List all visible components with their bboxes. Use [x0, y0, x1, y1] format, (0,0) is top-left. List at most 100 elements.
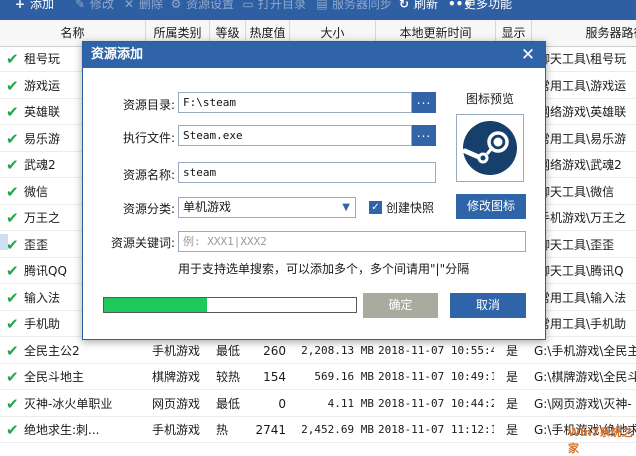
check-icon: ✔: [6, 394, 19, 413]
check-icon: ✔: [6, 129, 19, 148]
cell-name: 灭神-冰火单职业: [24, 396, 113, 411]
cell-path: \聊天工具\微信: [534, 184, 615, 199]
cell-heat: 260: [263, 343, 286, 358]
resource-dir-input[interactable]: F:\steam: [178, 92, 412, 113]
cell-path: \常用工具\输入法: [534, 290, 627, 305]
table-row[interactable]: ✔ 全民斗地主 棋牌游戏 较热 154 569.16 MB 2018-11-07 10:49…: [0, 364, 636, 390]
check-icon: ✔: [6, 76, 19, 95]
resource-settings-button[interactable]: ⚙ 资源设置: [170, 0, 234, 12]
folder-icon: ▭: [242, 0, 254, 11]
cell-name: 全民主公2: [24, 343, 80, 358]
dialog-titlebar: 资源添加 ✕: [83, 42, 545, 68]
check-icon: ✔: [6, 262, 19, 280]
resource-dir-label: 资源目录:: [122, 98, 175, 112]
cell-time: 2018-11-07 10:49:17: [378, 370, 494, 383]
dots-icon: •••: [448, 0, 472, 11]
resource-name-label: 资源名称:: [122, 168, 175, 182]
keyword-hint: 用于支持选单搜索，可以添加多个，多个间请用"|"分隔: [178, 262, 470, 276]
check-icon: ✔: [6, 288, 19, 307]
toolbar: + 添加 ✎ 修改 ✕ 删除 ⚙ 资源设置 ▭ 打开目录 ▤ 服务器同步 ↻ 刷新 •••更多…: [0, 0, 636, 20]
browse-dir-button[interactable]: ...: [412, 92, 436, 113]
watermark-logo: Win7系统之家: [568, 426, 633, 455]
table-row[interactable]: ✔ 全民主公2 手机游戏 最低 260 2,208.13 MB 2018-11-07 10:…: [0, 338, 636, 364]
resource-category-label: 资源分类:: [122, 202, 175, 216]
progress-bar: [103, 297, 357, 313]
cell-path: \常用工具\游戏运: [534, 78, 627, 93]
close-icon[interactable]: ✕: [517, 44, 539, 66]
confirm-button[interactable]: 确定: [363, 293, 438, 318]
browse-exe-button[interactable]: ...: [412, 125, 436, 146]
cell-level: 最低: [216, 343, 241, 358]
plus-icon: +: [14, 0, 26, 11]
exe-file-input[interactable]: Steam.exe: [178, 125, 412, 146]
more-functions-button[interactable]: •••更多功能: [448, 0, 512, 12]
check-icon: ✔: [6, 341, 19, 360]
cell-path: \常用工具\易乐游: [534, 131, 627, 146]
refresh-icon: ↻: [398, 0, 410, 11]
cell-name: 全民斗地主: [24, 370, 85, 384]
cell-category: 网页游戏: [152, 396, 201, 411]
cell-time: 2018-11-07 10:44:27: [378, 396, 494, 410]
resource-add-dialog: 资源添加 ✕ 资源目录: F:\steam ... 执行文件: Steam.ex…: [82, 41, 546, 340]
cell-path: \常用工具\手机助: [534, 317, 627, 331]
cell-path: \聊天工具\歪歪: [534, 237, 615, 252]
cell-size: 4.11 MB: [327, 396, 374, 410]
cell-level: 较热: [216, 370, 241, 384]
resource-name-input[interactable]: steam: [178, 162, 436, 183]
cell-level: 热: [216, 423, 229, 437]
table-row[interactable]: ✔ 灭神-冰火单职业 网页游戏 最低 0 4.11 MB 2018-11-07 10:44:…: [0, 391, 636, 417]
change-icon-button[interactable]: 修改图标: [456, 194, 526, 219]
cell-size: 2,452.69 MB: [301, 423, 374, 436]
row-selection-marker: [0, 234, 8, 250]
create-shortcut-checkbox[interactable]: ✓: [369, 201, 382, 214]
check-icon: ✔: [6, 103, 19, 121]
resource-keyword-input[interactable]: 例: XXX1|XXX2: [178, 231, 526, 252]
pencil-icon: ✎: [74, 0, 86, 11]
cell-category: 手机游戏: [152, 343, 201, 358]
steam-icon: [462, 121, 517, 175]
cell-name: 绝地求生:刺...: [24, 423, 100, 437]
resource-keyword-label: 资源关键词:: [110, 236, 175, 250]
icon-preview-label: 图标预览: [466, 92, 515, 106]
refresh-button[interactable]: ↻ 刷新: [398, 0, 438, 12]
cell-path: G:\棋牌游戏\全民斗: [534, 370, 636, 384]
progress-fill: [104, 298, 208, 312]
delete-button[interactable]: ✕ 删除: [123, 0, 163, 12]
check-icon: ✔: [6, 50, 19, 68]
edit-button[interactable]: ✎ 修改: [74, 0, 114, 12]
cell-heat: 2741: [255, 423, 286, 437]
cell-path: \网络游戏\英雄联: [534, 105, 627, 119]
cell-category: 手机游戏: [152, 423, 201, 437]
open-folder-button[interactable]: ▭ 打开目录: [242, 0, 306, 12]
resource-category-select[interactable]: 单机游戏 ▼: [178, 197, 356, 218]
check-icon: ✔: [6, 182, 19, 201]
cell-size: 569.16 MB: [314, 370, 374, 383]
cell-show: 是: [506, 396, 519, 411]
cell-level: 最低: [216, 396, 241, 411]
create-shortcut-label: 创建快照: [386, 201, 435, 215]
cell-size: 2,208.13 MB: [301, 343, 374, 357]
cell-path: \网络游戏\武魂2: [534, 158, 622, 172]
exe-file-label: 执行文件:: [122, 131, 175, 145]
add-button[interactable]: + 添加: [14, 0, 54, 12]
chevron-down-icon: ▼: [342, 202, 350, 213]
check-icon: ✔: [6, 421, 19, 439]
gear-icon: ⚙: [170, 0, 182, 11]
cell-category: 棋牌游戏: [152, 370, 201, 384]
cell-path: \聊天工具\腾讯Q: [534, 264, 624, 278]
cell-show: 是: [506, 370, 519, 384]
icon-preview: [456, 114, 524, 182]
cell-path: \手机游戏\万王之: [534, 211, 627, 225]
table-row[interactable]: ✔ 绝地求生:刺... 手机游戏 热 2741 2,452.69 MB 2018-11-07…: [0, 417, 636, 443]
cell-path: G:\手机游戏\全民主: [534, 343, 636, 358]
column-header-server-path[interactable]: 服务器路径: [532, 20, 636, 46]
cell-time: 2018-11-07 10:55:45: [378, 343, 494, 357]
cell-show: 是: [506, 423, 519, 437]
cell-path: G:\网页游戏\灭神-: [534, 396, 632, 411]
cell-heat: 0: [278, 396, 286, 411]
dialog-title: 资源添加: [91, 47, 144, 62]
close-icon: ✕: [123, 0, 135, 11]
cell-time: 2018-11-07 11:12:16: [378, 423, 494, 436]
cancel-button[interactable]: 取消: [450, 293, 526, 318]
server-sync-button[interactable]: ▤ 服务器同步: [316, 0, 392, 12]
